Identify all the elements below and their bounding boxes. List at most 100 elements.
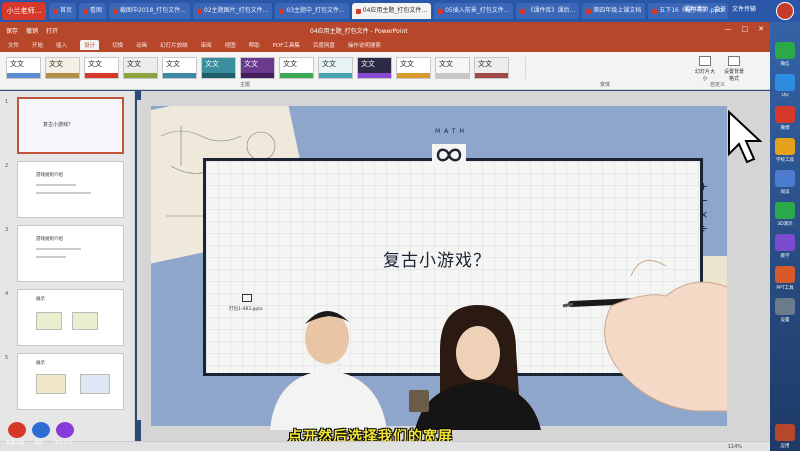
variants-gallery[interactable] — [525, 57, 685, 79]
theme-9[interactable]: 文文 — [318, 57, 353, 79]
tab-animations[interactable]: 动画 — [136, 41, 147, 49]
brand-logo[interactable]: 小兰老师... — [2, 2, 46, 20]
plus-icon: + — [699, 180, 709, 193]
theme-3[interactable]: 文文 — [84, 57, 119, 79]
slide-number: 5 — [5, 355, 9, 361]
cursor-icon — [728, 110, 763, 164]
theme-sample: 文文 — [361, 60, 375, 68]
thumbnail-slide-1[interactable]: 复古小游戏？ — [17, 97, 124, 154]
theme-5[interactable]: 文文 — [162, 57, 197, 79]
tab-design[interactable]: 设计 — [80, 40, 100, 50]
theme-office[interactable]: 文文 — [6, 57, 41, 79]
desktop-icon-2[interactable] — [775, 74, 795, 91]
doc-icon — [438, 8, 444, 14]
theme-7[interactable]: 文文 — [240, 57, 275, 79]
minimize-button[interactable]: — — [725, 25, 732, 33]
open-button[interactable]: 打开 — [46, 26, 58, 35]
save-button[interactable]: 保存 — [6, 26, 18, 35]
video-icon[interactable] — [32, 422, 50, 438]
welfare-link[interactable]: 福利活动 — [684, 4, 708, 13]
tab-home-ribbon[interactable]: 开始 — [32, 41, 43, 49]
theme-sample: 文文 — [49, 60, 63, 68]
desktop-icon-5[interactable] — [775, 170, 795, 187]
theme-11[interactable]: 文文 — [396, 57, 431, 79]
browser-tab-bar: 小兰老师... 首页 看图 截图中2018_打包文件... 02主题图片_打包文… — [0, 0, 800, 22]
text-line — [36, 192, 91, 194]
theme-4[interactable]: 文文 — [123, 57, 158, 79]
thumbnail-title: 游戏规则介绍 — [36, 173, 63, 178]
tab-doc-active[interactable]: 04应用主题_打包文件... — [351, 3, 432, 19]
desktop-label: 微博 — [780, 126, 790, 131]
desktop-icon-7[interactable] — [775, 234, 795, 251]
tab-home[interactable]: 首页 — [49, 3, 77, 19]
tab-insert[interactable]: 插入 — [56, 41, 67, 49]
desktop-label: 设置 — [780, 318, 790, 323]
divide-icon: ÷ — [699, 222, 709, 235]
desktop-icon-6[interactable] — [775, 202, 795, 219]
tab-doc-1[interactable]: 截图中2018_打包文件... — [109, 3, 191, 19]
tab-file[interactable]: 文件 — [8, 41, 19, 49]
desktop-icon-3[interactable] — [775, 106, 795, 123]
tab-doc-6[interactable]: 《课件库》课后... — [516, 3, 580, 19]
doc-icon — [652, 8, 658, 14]
theme-13[interactable]: 文文 — [474, 57, 509, 79]
tab-transitions[interactable]: 切换 — [112, 41, 123, 49]
tab-label: 《课件库》课后... — [527, 7, 576, 14]
slide-thumbnails-panel: 1 复古小游戏？ 2 游戏规则介绍 3 游戏规则介绍 4 展示 5 展示 — [0, 91, 135, 441]
text-line — [36, 256, 66, 258]
desktop-icon-4[interactable] — [775, 138, 795, 155]
maximize-button[interactable]: □ — [742, 25, 749, 33]
hand-with-pen-illustration — [562, 259, 727, 412]
tab-label: 03主题中_打包文件... — [286, 7, 345, 14]
tab-view[interactable]: 视图 — [225, 41, 236, 49]
document-title: 04应用主题_打包文件 - PowerPoint — [310, 28, 408, 35]
theme-8[interactable]: 文文 — [279, 57, 314, 79]
desktop-icon-8[interactable] — [775, 266, 795, 283]
thumbnail-slide-5[interactable]: 展示 — [17, 353, 124, 410]
card-study-icon[interactable] — [56, 422, 74, 438]
ribbon-tabs: 文件 开始 插入 设计 切换 动画 幻灯片放映 审阅 视图 帮助 PDF工具集 … — [0, 38, 770, 52]
file-transfer-link[interactable]: 文件传输 — [732, 4, 756, 13]
tell-me-search[interactable]: 操作说明搜索 — [348, 41, 381, 49]
slide-size-button[interactable]: 幻灯片大小 — [693, 56, 717, 82]
theme-sample: 文文 — [322, 60, 336, 68]
close-button[interactable]: ✕ — [758, 25, 764, 33]
theme-sample: 文文 — [88, 60, 102, 68]
theme-2[interactable]: 文文 — [45, 57, 80, 79]
tab-review[interactable]: 审阅 — [201, 41, 212, 49]
quick-access-toolbar: 保存 撤销 打开 — [6, 26, 58, 35]
new-page-icon[interactable] — [8, 422, 26, 438]
tab-doc-5[interactable]: 05插入前景_打包文件... — [434, 3, 514, 19]
avatar[interactable] — [776, 2, 794, 20]
desktop-icon-10[interactable] — [775, 424, 795, 441]
tool-label: 视频 — [34, 441, 43, 446]
format-background-button[interactable]: 设置背景格式 — [722, 56, 746, 82]
theme-10[interactable]: 文文 — [357, 57, 392, 79]
theme-sample: 文文 — [127, 60, 141, 68]
thumbnail-slide-4[interactable]: 展示 — [17, 289, 124, 346]
tab-doc-7[interactable]: 第四年级上课文档 — [582, 3, 646, 19]
tab-slideshow[interactable]: 幻灯片放映 — [160, 41, 188, 49]
slide-title[interactable]: 复古小游戏？ — [383, 246, 491, 271]
tab-doc-2[interactable]: 02主题图片_打包文件... — [193, 3, 273, 19]
undo-button[interactable]: 撤销 — [26, 26, 38, 35]
desktop-icon-1[interactable] — [775, 42, 795, 59]
desktop-icon-9[interactable] — [775, 298, 795, 315]
zoom-level[interactable]: 114% — [728, 444, 742, 450]
tab-baidu-disk[interactable]: 百度网盘 — [313, 41, 335, 49]
tab-help[interactable]: 帮助 — [249, 41, 260, 49]
tab-pdf-tools[interactable]: PDF工具集 — [273, 41, 300, 49]
format-background-icon — [728, 56, 740, 66]
image-placeholder — [36, 312, 62, 330]
theme-6[interactable]: 文文 — [201, 57, 236, 79]
thumbnail-title: 展示 — [36, 361, 45, 366]
desktop-label: PPT工具 — [776, 286, 794, 291]
tab-doc-3[interactable]: 03主题中_打包文件... — [275, 3, 349, 19]
vip-link[interactable]: 会员 — [714, 4, 726, 13]
thumbnail-slide-3[interactable]: 游戏规则介绍 — [17, 225, 124, 282]
tab-viewer[interactable]: 看图 — [79, 3, 107, 19]
theme-12[interactable]: 文文 — [435, 57, 470, 79]
image-placeholder — [36, 374, 66, 394]
thumbnail-slide-2[interactable]: 游戏规则介绍 — [17, 161, 124, 218]
slide-number: 1 — [5, 99, 9, 105]
